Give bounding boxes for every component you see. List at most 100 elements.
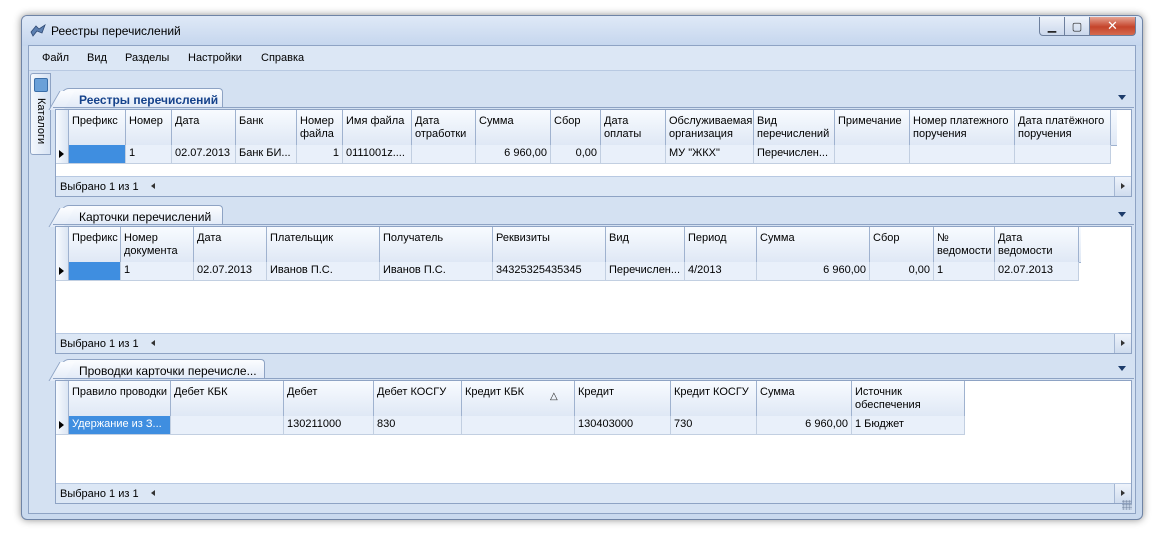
col-header[interactable]: Дебет КОСГУ <box>374 381 462 416</box>
cell[interactable]: 1 <box>297 145 343 163</box>
col-header[interactable]: Правило проводки <box>69 381 171 416</box>
cell[interactable] <box>171 416 284 434</box>
col-header[interactable]: Кредит КОСГУ <box>671 381 757 416</box>
registries-grid[interactable]: Префикс Номер Дата Банк Номер файла Имя … <box>55 109 1132 197</box>
col-header-sorted[interactable]: Кредит КБК △ <box>462 381 575 416</box>
cards-grid[interactable]: Префикс Номер документа Дата Плательщик … <box>55 226 1132 354</box>
cell[interactable] <box>69 262 121 280</box>
cell[interactable]: 1 <box>121 262 194 280</box>
col-header[interactable]: Дата ведомости <box>995 227 1079 262</box>
minimize-button[interactable]: ▁ <box>1039 17 1065 36</box>
col-header[interactable]: Номер документа <box>121 227 194 262</box>
col-header[interactable]: Кредит <box>575 381 671 416</box>
col-header[interactable]: Дебет КБК <box>171 381 284 416</box>
col-header[interactable]: Вид перечислений <box>754 110 835 145</box>
cell[interactable]: 130403000 <box>575 416 671 434</box>
scroll-left-icon[interactable] <box>151 490 155 496</box>
table-row[interactable]: Удержание из З... 130211000 830 13040300… <box>56 416 965 435</box>
col-header[interactable]: Дата <box>172 110 236 145</box>
menu-file[interactable]: Файл <box>42 52 69 64</box>
cell[interactable]: Перечислен... <box>606 262 685 280</box>
col-header[interactable]: Получатель <box>380 227 493 262</box>
col-header[interactable]: Дебет <box>284 381 374 416</box>
cell[interactable]: Перечислен... <box>754 145 835 163</box>
col-header[interactable]: Примечание <box>835 110 910 145</box>
col-header[interactable]: Сумма <box>476 110 551 145</box>
menu-view[interactable]: Вид <box>87 52 107 64</box>
cell[interactable]: 1 <box>126 145 172 163</box>
cell[interactable]: Банк БИ... <box>236 145 297 163</box>
chevron-down-icon[interactable] <box>1118 366 1126 371</box>
cell[interactable]: 0,00 <box>870 262 934 280</box>
col-header[interactable]: Дата оплаты <box>601 110 666 145</box>
cell[interactable] <box>462 416 575 434</box>
cell[interactable] <box>1015 145 1111 163</box>
menu-settings[interactable]: Настройки <box>188 52 242 64</box>
tab-cards[interactable]: Карточки перечислений <box>61 205 223 225</box>
col-header[interactable]: Номер платежного поручения <box>910 110 1015 145</box>
cell[interactable]: Удержание из З... <box>69 416 171 434</box>
col-header[interactable]: Дата отработки <box>412 110 476 145</box>
menu-sections[interactable]: Разделы <box>125 52 169 64</box>
cell[interactable]: Иванов П.С. <box>267 262 380 280</box>
col-header[interactable]: Плательщик <box>267 227 380 262</box>
resize-gripper-icon[interactable] <box>1122 500 1132 510</box>
col-header[interactable]: Вид <box>606 227 685 262</box>
col-header[interactable]: Источник обеспечения <box>852 381 965 416</box>
cell[interactable]: МУ "ЖКХ" <box>666 145 754 163</box>
cell[interactable] <box>412 145 476 163</box>
table-row[interactable]: 1 02.07.2013 Банк БИ... 1 0111001z.... 6… <box>56 145 1111 164</box>
close-button[interactable]: ✕ <box>1089 17 1136 36</box>
tab-registries[interactable]: Реестры перечислений <box>61 88 223 108</box>
cell[interactable]: 1 <box>934 262 995 280</box>
col-header[interactable]: Банк <box>236 110 297 145</box>
cell[interactable]: 4/2013 <box>685 262 757 280</box>
scroll-left-icon[interactable] <box>151 340 155 346</box>
tab-entries[interactable]: Проводки карточки перечисле... <box>61 359 265 379</box>
col-header[interactable]: Номер файла <box>297 110 343 145</box>
scroll-left-icon[interactable] <box>151 183 155 189</box>
col-header[interactable]: Дата <box>194 227 267 262</box>
col-header[interactable]: Сбор <box>870 227 934 262</box>
cell[interactable] <box>910 145 1015 163</box>
cell[interactable] <box>835 145 910 163</box>
col-header[interactable]: Период <box>685 227 757 262</box>
menu-help[interactable]: Справка <box>261 52 304 64</box>
scroll-right-button[interactable] <box>1114 334 1131 353</box>
cell[interactable]: 0111001z.... <box>343 145 412 163</box>
cell[interactable]: 02.07.2013 <box>172 145 236 163</box>
col-header[interactable]: Дата платёжного поручения <box>1015 110 1111 145</box>
cell[interactable]: 02.07.2013 <box>194 262 267 280</box>
col-header[interactable]: Сумма <box>757 381 852 416</box>
chevron-down-icon[interactable] <box>1118 212 1126 217</box>
col-header[interactable]: Реквизиты <box>493 227 606 262</box>
cell[interactable]: 6 960,00 <box>757 262 870 280</box>
title-bar[interactable]: Реестры перечислений ▁ ▢ ✕ <box>22 16 1142 46</box>
col-header[interactable]: Сбор <box>551 110 601 145</box>
col-header[interactable]: Сумма <box>757 227 870 262</box>
col-header[interactable]: № ведомости <box>934 227 995 262</box>
cell[interactable]: 730 <box>671 416 757 434</box>
table-row[interactable]: 1 02.07.2013 Иванов П.С. Иванов П.С. 343… <box>56 262 1079 281</box>
side-tab-catalogs[interactable]: Каталоги <box>30 73 51 155</box>
cell[interactable]: 830 <box>374 416 462 434</box>
cell[interactable] <box>601 145 666 163</box>
chevron-down-icon[interactable] <box>1118 95 1126 100</box>
col-header[interactable]: Номер <box>126 110 172 145</box>
maximize-button[interactable]: ▢ <box>1064 17 1090 36</box>
cell[interactable]: Иванов П.С. <box>380 262 493 280</box>
cell[interactable]: 6 960,00 <box>476 145 551 163</box>
cell[interactable]: 0,00 <box>551 145 601 163</box>
cell[interactable]: 1 Бюджет <box>852 416 965 434</box>
col-header[interactable]: Обслуживаемая организация <box>666 110 754 145</box>
col-header[interactable]: Имя файла <box>343 110 412 145</box>
cell[interactable] <box>69 145 126 163</box>
col-header[interactable]: Префикс <box>69 227 121 262</box>
cell[interactable]: 130211000 <box>284 416 374 434</box>
cell[interactable]: 34325325435345 <box>493 262 606 280</box>
cell[interactable]: 02.07.2013 <box>995 262 1079 280</box>
cell[interactable]: 6 960,00 <box>757 416 852 434</box>
entries-grid[interactable]: Правило проводки Дебет КБК Дебет Дебет К… <box>55 380 1132 504</box>
scroll-right-button[interactable] <box>1114 177 1131 196</box>
col-header[interactable]: Префикс <box>69 110 126 145</box>
